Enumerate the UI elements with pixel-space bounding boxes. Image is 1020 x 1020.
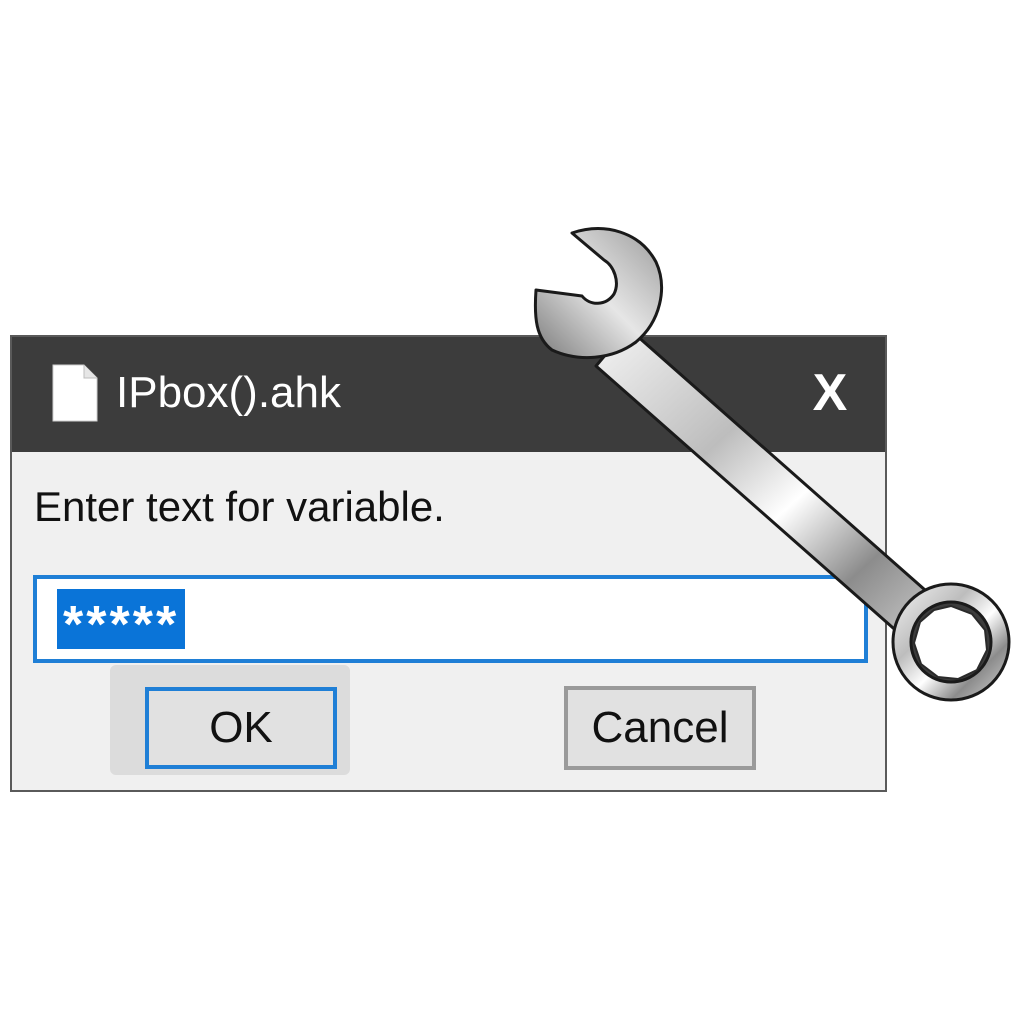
- canvas: IPbox().ahk X Enter text for variable. *…: [0, 0, 1020, 1020]
- prompt-label: Enter text for variable.: [34, 483, 445, 530]
- file-icon: [52, 364, 98, 422]
- close-button[interactable]: X: [802, 361, 858, 425]
- selected-input-text: *****: [57, 589, 186, 649]
- text-input[interactable]: *****: [33, 575, 868, 663]
- window-title: IPbox().ahk: [116, 368, 341, 417]
- ok-button[interactable]: OK: [145, 687, 337, 769]
- input-dialog: IPbox().ahk X Enter text for variable. *…: [10, 335, 887, 792]
- cancel-button[interactable]: Cancel: [564, 686, 756, 770]
- title-bar[interactable]: IPbox().ahk X: [12, 337, 885, 452]
